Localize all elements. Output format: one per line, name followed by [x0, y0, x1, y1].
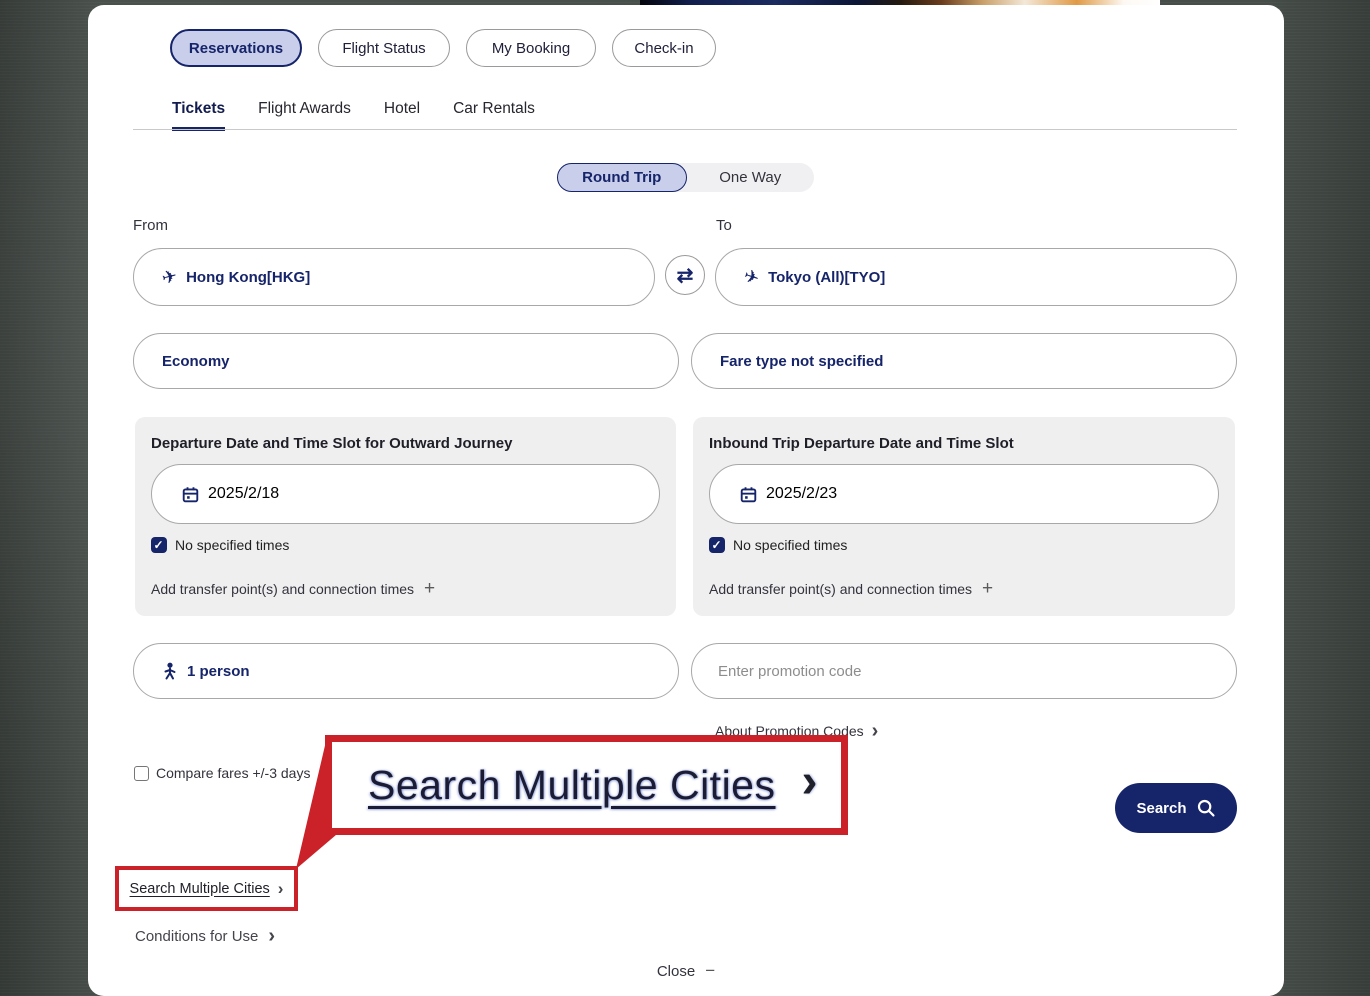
conditions-for-use-label: Conditions for Use [135, 928, 258, 945]
top-tab-bar: Reservations Flight Status My Booking Ch… [170, 29, 716, 67]
calendar-icon [740, 486, 757, 503]
sub-tab-bar: Tickets Flight Awards Hotel Car Rentals [172, 100, 535, 131]
tab-flight-status[interactable]: Flight Status [318, 29, 450, 67]
toggle-round-trip[interactable]: Round Trip [557, 163, 687, 192]
cabin-class-field[interactable]: Economy [133, 333, 679, 389]
fare-type-field[interactable]: Fare type not specified [691, 333, 1237, 389]
tab-my-booking[interactable]: My Booking [466, 29, 596, 67]
search-multiple-cities-highlight: Search Multiple Cities › [115, 866, 298, 911]
subtab-flight-awards[interactable]: Flight Awards [258, 100, 351, 131]
outbound-date-panel: Departure Date and Time Slot for Outward… [135, 417, 676, 616]
close-button[interactable]: Close − [88, 961, 1284, 981]
outbound-transfer-label: Add transfer point(s) and connection tim… [151, 581, 414, 597]
subtab-tickets[interactable]: Tickets [172, 100, 225, 131]
passengers-value: 1 person [187, 663, 250, 680]
chevron-right-icon: › [802, 763, 818, 801]
compare-fares-checkbox[interactable] [134, 766, 149, 781]
outbound-no-times-checkbox[interactable] [151, 537, 167, 553]
outbound-date-field[interactable]: 2025/2/18 [151, 464, 660, 524]
promo-code-field [691, 643, 1237, 699]
inbound-no-times-label: No specified times [733, 537, 847, 553]
cabin-class-value: Economy [162, 353, 230, 370]
calendar-icon [182, 486, 199, 503]
from-label: From [133, 217, 168, 234]
tab-check-in[interactable]: Check-in [612, 29, 716, 67]
subtab-hotel[interactable]: Hotel [384, 100, 420, 131]
callout-multi-city-label: Search Multiple Cities [368, 762, 776, 809]
compare-fares-row: Compare fares +/-3 days [134, 765, 310, 781]
search-icon [1196, 798, 1216, 818]
outbound-no-times-label: No specified times [175, 537, 289, 553]
passengers-field[interactable]: 1 person [133, 643, 679, 699]
to-field[interactable]: ✈ Tokyo (All)[TYO] [715, 248, 1237, 306]
chevron-right-icon: › [268, 926, 275, 946]
plus-icon: + [982, 578, 993, 600]
promo-code-input[interactable] [692, 644, 1236, 698]
chevron-right-icon: › [278, 880, 284, 897]
search-multiple-cities-link[interactable]: Search Multiple Cities [130, 881, 270, 897]
compare-fares-label: Compare fares +/-3 days [156, 765, 310, 781]
trip-type-toggle: Round Trip One Way [557, 163, 814, 192]
fare-type-value: Fare type not specified [720, 353, 883, 370]
plus-icon: + [424, 578, 435, 600]
outbound-date-value: 2025/2/18 [208, 485, 279, 503]
plane-takeoff-icon: ✈ [160, 266, 179, 287]
inbound-panel-title: Inbound Trip Departure Date and Time Slo… [709, 435, 1219, 452]
outbound-panel-title: Departure Date and Time Slot for Outward… [151, 435, 660, 452]
swap-route-button[interactable]: ⇄ [665, 255, 705, 295]
swap-icon: ⇄ [677, 263, 694, 288]
search-button[interactable]: Search [1115, 783, 1237, 833]
zoom-callout-box: Search Multiple Cities › [325, 735, 848, 835]
inbound-no-times-row: No specified times [709, 537, 1219, 553]
subtab-car-rentals[interactable]: Car Rentals [453, 100, 535, 131]
to-value: Tokyo (All)[TYO] [768, 269, 885, 286]
toggle-one-way[interactable]: One Way [687, 163, 815, 192]
inbound-date-field[interactable]: 2025/2/23 [709, 464, 1219, 524]
inbound-date-panel: Inbound Trip Departure Date and Time Slo… [693, 417, 1235, 616]
from-field[interactable]: ✈ Hong Kong[HKG] [133, 248, 655, 306]
search-button-label: Search [1136, 800, 1186, 817]
from-value: Hong Kong[HKG] [186, 269, 310, 286]
person-icon [162, 662, 178, 680]
inbound-date-value: 2025/2/23 [766, 485, 837, 503]
inbound-transfer-label: Add transfer point(s) and connection tim… [709, 581, 972, 597]
plane-landing-icon: ✈ [742, 266, 762, 288]
tab-reservations[interactable]: Reservations [170, 29, 302, 67]
booking-modal: Reservations Flight Status My Booking Ch… [88, 5, 1284, 996]
close-label: Close [657, 963, 695, 980]
inbound-no-times-checkbox[interactable] [709, 537, 725, 553]
minus-icon: − [705, 961, 715, 981]
booking-page: { "colors": { "navy": "#16246a", "select… [0, 0, 1370, 996]
chevron-right-icon: › [872, 721, 879, 741]
conditions-for-use-link[interactable]: Conditions for Use › [135, 926, 275, 946]
subtab-divider [133, 129, 1237, 130]
outbound-no-times-row: No specified times [151, 537, 660, 553]
inbound-add-transfer-link[interactable]: Add transfer point(s) and connection tim… [709, 578, 1219, 600]
to-label: To [716, 217, 732, 234]
outbound-add-transfer-link[interactable]: Add transfer point(s) and connection tim… [151, 578, 660, 600]
